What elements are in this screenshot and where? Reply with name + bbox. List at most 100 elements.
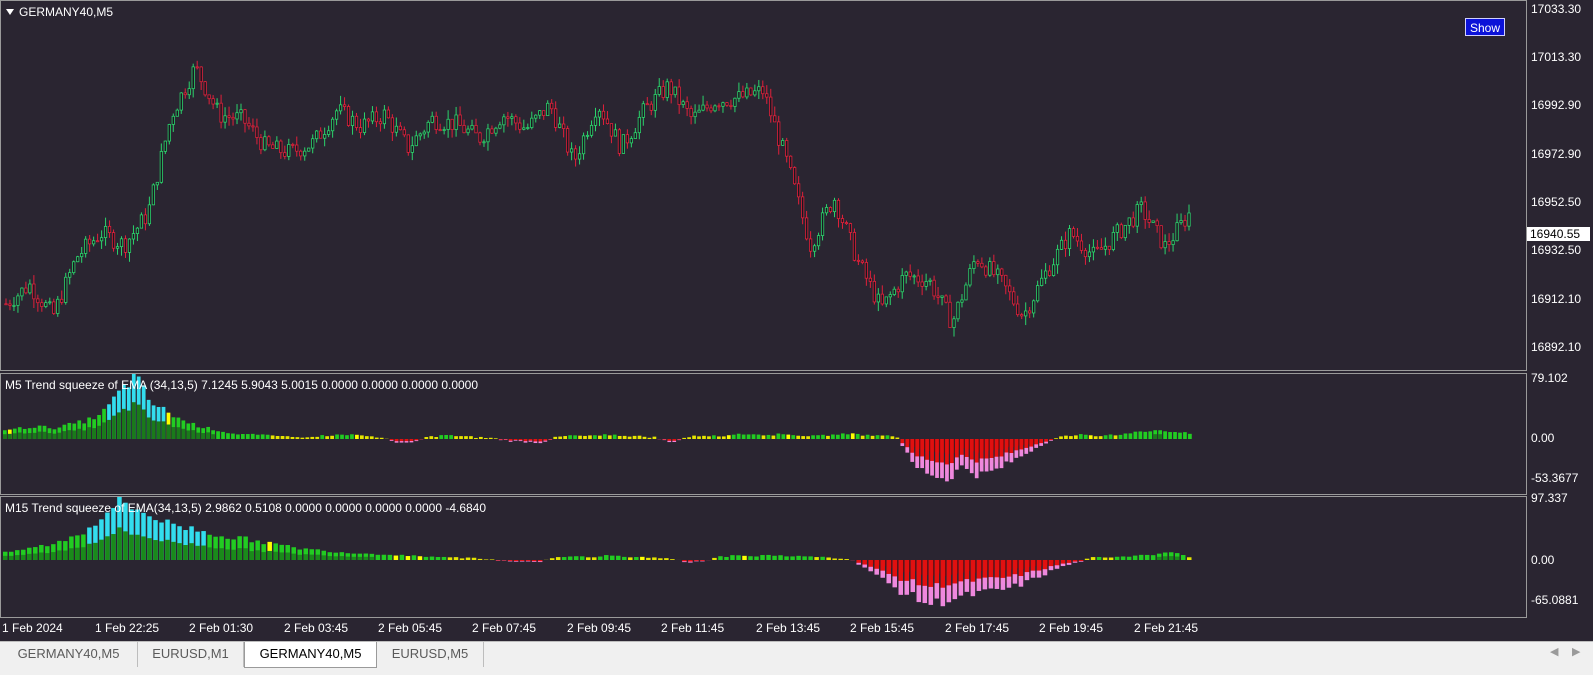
histogram-bar [439, 435, 443, 439]
candle-body [750, 88, 752, 95]
histogram-bar [1181, 555, 1186, 560]
candle-body [300, 151, 302, 156]
histogram-bar [616, 556, 621, 560]
show-button[interactable]: Show [1465, 18, 1505, 36]
candle-body [897, 289, 899, 292]
candle-body [128, 239, 130, 252]
candle-body [1112, 232, 1114, 249]
histogram-bar [1109, 434, 1113, 439]
histogram-bar-inner [219, 548, 224, 560]
histogram-bar [646, 558, 651, 560]
histogram-bar-inner [207, 547, 212, 560]
histogram-bar-tip [1067, 563, 1072, 565]
time-label: 2 Feb 19:45 [1039, 621, 1103, 635]
candle-body [985, 267, 987, 275]
histogram-bar-inner [346, 557, 351, 560]
histogram-bar [1143, 432, 1147, 439]
candle-body [670, 82, 672, 95]
candle-body [1028, 311, 1030, 313]
histogram-bar [330, 436, 334, 439]
m15-indicator-axis[interactable]: 97.337 0.00 -65.0881 [1527, 496, 1593, 618]
histogram-bar [593, 435, 597, 439]
histogram-bar-inner [8, 434, 12, 439]
histogram-bar [305, 437, 309, 439]
candle-body [499, 125, 501, 128]
histogram-bar [784, 556, 789, 560]
histogram-bar-inner [147, 538, 152, 560]
price-label: 16992.90 [1531, 99, 1581, 112]
candle-body [829, 207, 831, 211]
histogram-bar [692, 436, 696, 439]
candle-body [869, 278, 871, 281]
histogram-bar-tip [886, 574, 891, 583]
histogram-bar [310, 437, 314, 439]
candle-body [543, 111, 545, 116]
main-chart-pane[interactable]: GERMANY40,M5 Show [0, 0, 1527, 371]
scroll-left-icon[interactable]: ◀ [1550, 645, 1558, 658]
histogram-bar-tip [989, 577, 994, 588]
histogram-bar [454, 436, 458, 439]
histogram-bar-tip [700, 561, 705, 562]
histogram-bar-inner [171, 542, 176, 560]
candle-body [654, 94, 656, 110]
histogram-bar [821, 435, 825, 439]
price-label: 17013.30 [1531, 51, 1581, 64]
histogram-bar [712, 435, 716, 439]
m5-indicator-axis[interactable]: 79.102 0.00 -53.3677 [1527, 373, 1593, 495]
histogram-bar [846, 434, 850, 439]
histogram-bar-tip [1061, 564, 1066, 566]
candle-body [574, 149, 576, 159]
histogram-bar [806, 436, 810, 439]
candle-body [1017, 304, 1019, 315]
time-label: 2 Feb 01:30 [189, 621, 253, 635]
price-axis[interactable]: 17033.30 17013.30 16992.90 16972.90 1695… [1527, 0, 1593, 371]
histogram-bar-tip [971, 582, 976, 596]
candle-body [973, 262, 975, 269]
histogram-bar [623, 436, 627, 439]
histogram-bar-tip [509, 441, 513, 442]
histogram-bar [640, 557, 645, 560]
histogram-bar [732, 435, 736, 439]
candle-body [355, 116, 357, 127]
histogram-bar-tip [911, 579, 916, 592]
histogram-bar [1139, 555, 1144, 560]
tab-germany40-m5-active[interactable]: GERMANY40,M5 [244, 642, 377, 668]
candle-body [825, 207, 827, 212]
histogram-bar-tip [543, 441, 547, 442]
candle-body [1052, 265, 1054, 276]
collapse-triangle-icon[interactable] [6, 9, 14, 15]
m15-histogram [1, 497, 1526, 617]
candle-body [5, 304, 7, 305]
histogram-bar-tip [508, 561, 513, 562]
tab-germany40-m5[interactable]: GERMANY40,M5 [0, 642, 138, 667]
histogram-bar-tip [1034, 444, 1038, 448]
histogram-bar [598, 557, 603, 560]
candle-body [845, 223, 847, 224]
histogram-bar [360, 435, 364, 439]
candle-body [941, 296, 943, 298]
candle-body [1060, 240, 1062, 249]
candle-body [527, 128, 529, 129]
histogram-bar [553, 437, 557, 439]
histogram-bar-tip [990, 458, 994, 471]
m5-indicator-pane[interactable]: M5 Trend squeeze of EMA (34,13,5) 7.1245… [0, 373, 1527, 495]
histogram-bar [1129, 433, 1133, 439]
histogram-bar [1064, 436, 1068, 439]
tab-eurusd-m5[interactable]: EURUSD,M5 [377, 642, 484, 667]
time-axis[interactable]: 1 Feb 2024 1 Feb 22:25 2 Feb 01:30 2 Feb… [0, 618, 1527, 640]
tab-eurusd-m1[interactable]: EURUSD,M1 [138, 642, 244, 667]
candle-body [638, 117, 640, 132]
candle-body [1168, 242, 1170, 245]
histogram-bar-inner [249, 551, 254, 560]
histogram-bar-tip [880, 571, 885, 578]
candlestick-chart[interactable] [1, 1, 1526, 370]
m15-indicator-pane[interactable]: M15 Trend squeeze of EMA(34,13,5) 2.9862… [0, 496, 1527, 618]
candle-body [184, 93, 186, 95]
candle-body [678, 87, 680, 105]
histogram-bar [320, 435, 324, 439]
histogram-bar-inner [340, 556, 345, 560]
candle-body [315, 131, 317, 139]
histogram-bar-tip [538, 561, 543, 562]
scroll-right-icon[interactable]: ▶ [1572, 645, 1580, 658]
histogram-bar [568, 435, 572, 439]
